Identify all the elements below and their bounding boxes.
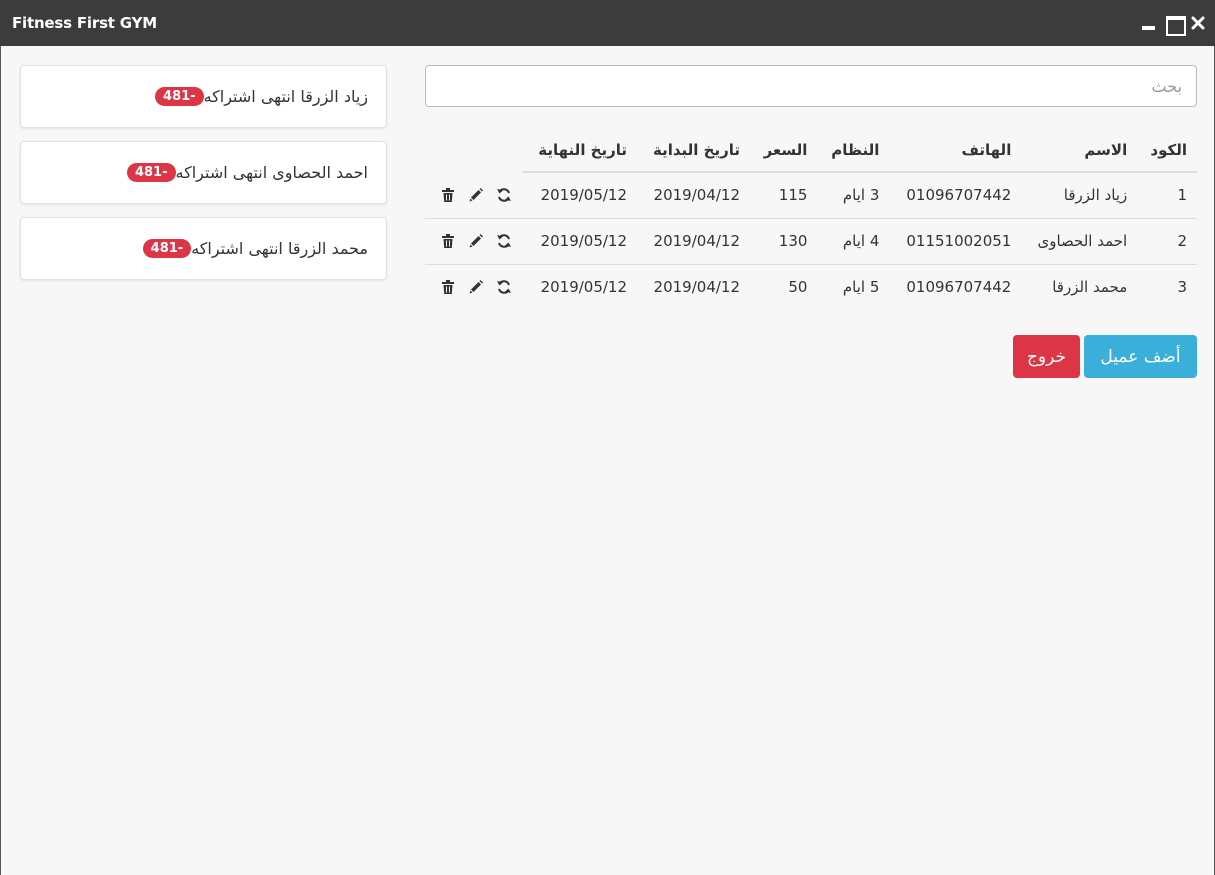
pencil-icon[interactable] (462, 273, 490, 301)
table-row: 3 محمد الزرقا 01096707442 5 ايام 50 2019… (425, 263, 1197, 310)
table-row: 1 زياد الزرقا 01096707442 3 ايام 115 201… (425, 172, 1197, 218)
cell-start-date: 2019/04/12 (653, 186, 741, 205)
cell-plan: 5 ايام (817, 263, 890, 310)
cell-name: زياد الزرقا (1063, 186, 1128, 205)
members-table: الكود الاسم الهاتف النظام السعر تاريخ ال… (425, 129, 1197, 310)
cell-plan: 4 ايام (817, 217, 890, 264)
notification-message: احمد الحصاوى انتهى اشتراكه (175, 163, 368, 182)
refresh-icon[interactable] (490, 227, 518, 255)
trash-icon[interactable] (434, 181, 462, 209)
cell-code: 3 (1137, 263, 1197, 310)
refresh-icon[interactable] (490, 181, 518, 209)
window-titlebar: Fitness First GYM (0, 0, 1215, 46)
cell-end-date: 2019/05/12 (540, 186, 628, 205)
column-header-start-date: تاريخ البداية (637, 129, 751, 173)
notification-badge: 481- (142, 239, 192, 258)
column-header-name: الاسم (1021, 129, 1138, 173)
cell-actions (425, 172, 522, 218)
window-title: Fitness First GYM (12, 14, 157, 32)
pencil-icon[interactable] (462, 227, 490, 255)
add-client-button[interactable]: أضف عميل (1084, 335, 1197, 378)
cell-plan: 3 ايام (842, 186, 880, 205)
cell-actions (425, 263, 523, 310)
exit-button[interactable]: خروج (1013, 335, 1080, 378)
expiry-notification[interactable]: احمد الحصاوى انتهى اشتراكه 481- (20, 141, 387, 204)
cell-end-date: 2019/05/12 (522, 217, 638, 264)
expiry-notification[interactable]: محمد الزرقا انتهى اشتراكه 481- (20, 217, 387, 280)
trash-icon[interactable] (434, 227, 462, 255)
close-icon[interactable] (1191, 15, 1207, 31)
cell-code: 2 (1137, 217, 1197, 264)
refresh-icon[interactable] (490, 273, 518, 301)
cell-start-date: 2019/04/12 (637, 263, 751, 310)
table-header-row: الكود الاسم الهاتف النظام السعر تاريخ ال… (425, 129, 1197, 173)
maximize-icon[interactable] (1166, 15, 1186, 36)
notification-badge: 481- (155, 87, 204, 106)
column-header-phone: الهاتف (889, 129, 1022, 173)
cell-end-date: 2019/05/12 (522, 263, 638, 310)
cell-phone: 01096707442 (889, 263, 1022, 310)
trash-icon[interactable] (434, 273, 462, 301)
expiry-notification[interactable]: زياد الزرقا انتهى اشتراكه 481- (20, 65, 387, 128)
cell-phone: 01151002051 (889, 217, 1022, 264)
notification-message: محمد الزرقا انتهى اشتراكه (191, 239, 368, 258)
column-header-code: الكود (1137, 129, 1197, 173)
column-header-plan: النظام (817, 129, 890, 173)
column-header-price: السعر (750, 129, 818, 173)
notification-badge: 481- (126, 163, 176, 182)
cell-name: احمد الحصاوى (1021, 217, 1138, 264)
cell-name: محمد الزرقا (1021, 263, 1138, 310)
column-header-end-date: تاريخ النهاية (522, 129, 638, 173)
cell-actions (425, 217, 523, 264)
table-row: 2 احمد الحصاوى 01151002051 4 ايام 130 20… (425, 217, 1197, 264)
column-header-actions (425, 129, 522, 172)
minimize-icon[interactable] (1141, 15, 1157, 31)
notification-message: زياد الزرقا انتهى اشتراكه (203, 87, 368, 106)
cell-price: 115 (778, 186, 808, 205)
pencil-icon[interactable] (462, 181, 490, 209)
window-controls (1141, 15, 1207, 36)
cell-price: 130 (750, 217, 818, 264)
cell-code: 1 (1177, 186, 1187, 205)
cell-price: 50 (750, 263, 818, 310)
cell-start-date: 2019/04/12 (637, 217, 751, 264)
window-border-left (0, 46, 1, 875)
cell-phone: 01096707442 (906, 186, 1012, 205)
search-input[interactable] (425, 65, 1197, 107)
